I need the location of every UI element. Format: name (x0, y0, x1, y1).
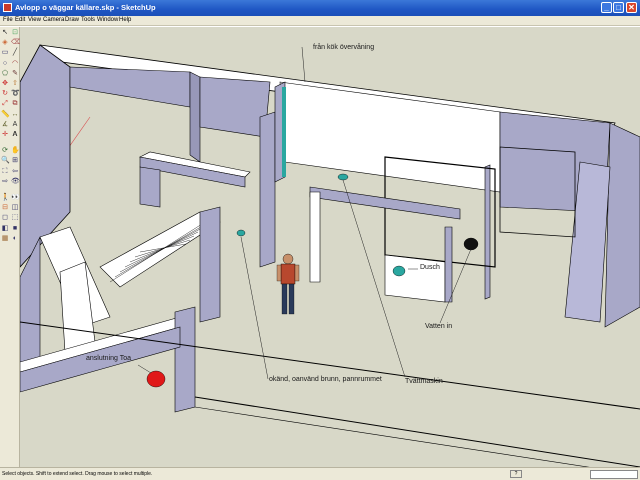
minimize-button[interactable]: _ (601, 2, 612, 13)
orbit-icon[interactable]: ⟳ (1, 147, 9, 155)
select-icon[interactable]: ↖ (1, 29, 9, 37)
label-unknown-drain: okänd, oanvänd brunn, pannrummet (269, 376, 382, 383)
drawing-viewport[interactable]: från kök övervåning Dusch Vatten in ansl… (20, 27, 640, 467)
sketchup-app-icon[interactable] (3, 3, 12, 12)
pan-icon[interactable]: ✋ (11, 147, 20, 155)
menu-draw[interactable]: Draw (65, 17, 79, 23)
zoom-icon[interactable]: 🔍 (1, 157, 10, 165)
label-washing-machine: Tvättmaskin (405, 378, 443, 385)
tool-palette: ↖ ⊡ ◈ ⌫ ▭ ╱ ○ ◠ ⬠ ✎ ✥ ⇧ ↻ ➰ ⤢ ⧉ 📏 ↔ ∡ A ✛ 𝐀 ⟳ ✋ 🔍 ⊞ ⛶ ⇦ ⇨ 👁 🚶 👀 ⊟ ◫ ◻ ⬚ ◧ ■ ▦ ◐ (0, 27, 21, 467)
menu-help[interactable]: Help (119, 17, 131, 23)
room-back-wall (199, 76, 271, 138)
shaded-icon[interactable]: ■ (11, 225, 19, 233)
status-bar: Select objects. Shift to extend select. … (0, 467, 640, 480)
wireframe-icon[interactable]: ⬚ (11, 214, 19, 222)
right-outer-wall (604, 122, 640, 328)
back-edges-icon[interactable]: ◻ (1, 214, 9, 222)
help-button[interactable]: ? (510, 470, 522, 478)
zoom-window-icon[interactable]: ⊞ (11, 157, 19, 165)
middle-left-post (309, 191, 321, 283)
freehand-icon[interactable]: ✎ (11, 70, 19, 78)
label-water-inlet: Vatten in (425, 323, 453, 330)
measurements-box[interactable] (590, 470, 638, 479)
follow-me-icon[interactable]: ➰ (11, 90, 20, 98)
drain-shower (392, 265, 406, 277)
tape-measure-icon[interactable]: 📏 (1, 111, 10, 119)
hidden-line-icon[interactable]: ◧ (1, 225, 9, 233)
label-toilet-connection: anslutning Toa (86, 355, 132, 362)
text-icon[interactable]: A (11, 121, 19, 129)
menu-bar: File Edit View Camera Draw Tools Window … (0, 16, 640, 26)
xray-icon[interactable]: ◫ (11, 204, 19, 212)
menu-camera[interactable]: Camera (43, 17, 64, 23)
rotate-icon[interactable]: ↻ (1, 90, 9, 98)
move-icon[interactable]: ✥ (1, 80, 9, 88)
drain-unknown (236, 229, 246, 237)
textures-icon[interactable]: ▦ (1, 235, 9, 243)
maximize-button[interactable]: □ (613, 2, 624, 13)
center-post (259, 111, 276, 268)
middle-right-post (444, 226, 453, 303)
eraser-icon[interactable]: ⌫ (11, 39, 21, 47)
circle-icon[interactable]: ○ (1, 60, 9, 68)
window-title: Avlopp o väggar källare.skp - SketchUp (15, 3, 156, 12)
partition-post (139, 166, 161, 208)
menu-file[interactable]: File (3, 17, 13, 23)
look-around-icon[interactable]: 👀 (11, 194, 20, 202)
position-camera-icon[interactable]: 👁 (11, 178, 20, 186)
3d-text-icon[interactable]: 𝐀 (11, 131, 19, 139)
arc-icon[interactable]: ◠ (11, 60, 19, 68)
drain-kitchen (337, 173, 349, 181)
label-from-kitchen: från kök övervåning (313, 44, 375, 51)
monochrome-icon[interactable]: ◐ (11, 235, 19, 243)
dimension-icon[interactable]: ↔ (11, 111, 19, 119)
back-wall-corner (189, 71, 201, 163)
scale-icon[interactable]: ⤢ (1, 100, 9, 108)
right-post (484, 164, 491, 300)
walk-icon[interactable]: 🚶 (1, 194, 10, 202)
polygon-icon[interactable]: ⬠ (1, 70, 9, 78)
offset-icon[interactable]: ⧉ (11, 100, 19, 108)
water-inlet (463, 237, 479, 251)
label-shower: Dusch (420, 264, 440, 271)
component-icon[interactable]: ⊡ (11, 29, 19, 37)
protractor-icon[interactable]: ∡ (1, 121, 9, 129)
pipe-vertical (282, 87, 286, 177)
status-text: Select objects. Shift to extend select. … (2, 471, 153, 477)
section-plane-icon[interactable]: ⊟ (1, 204, 9, 212)
previous-icon[interactable]: ⇦ (11, 168, 19, 176)
next-icon[interactable]: ⇨ (1, 178, 9, 186)
menu-edit[interactable]: Edit (15, 17, 25, 23)
rectangle-icon[interactable]: ▭ (1, 49, 9, 57)
paint-bucket-icon[interactable]: ◈ (1, 39, 9, 47)
push-pull-icon[interactable]: ⇧ (11, 80, 19, 88)
line-icon[interactable]: ╱ (11, 49, 19, 57)
toilet-connection (146, 370, 166, 388)
menu-view[interactable]: View (28, 17, 41, 23)
menu-tools[interactable]: Tools (81, 17, 95, 23)
model-scene[interactable] (20, 27, 640, 467)
zoom-extents-icon[interactable]: ⛶ (1, 168, 9, 176)
front-pillar (174, 306, 196, 413)
axes-icon[interactable]: ✛ (1, 131, 9, 139)
shower-floor (384, 254, 446, 303)
menu-window[interactable]: Window (97, 17, 118, 23)
title-bar: Avlopp o väggar källare.skp - SketchUp _… (0, 0, 640, 16)
close-button[interactable]: ✕ (626, 2, 637, 13)
